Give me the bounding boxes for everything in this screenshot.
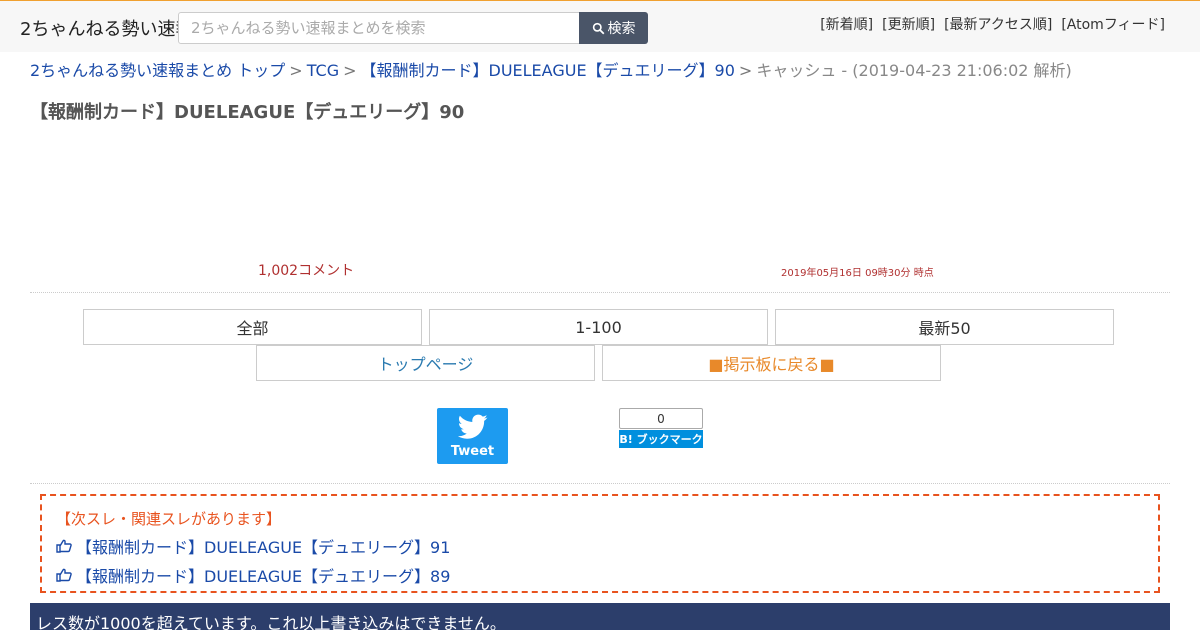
hatena-bookmark-button[interactable]: 0 B! ブックマーク — [619, 408, 703, 448]
site-title[interactable]: 2ちゃんねる勢い速報まとめ — [20, 15, 180, 41]
hatena-label: B! ブックマーク — [619, 430, 703, 448]
pointing-hand-icon — [56, 539, 72, 553]
hatena-count: 0 — [619, 408, 703, 429]
search-button-label: 検索 — [607, 21, 636, 37]
breadcrumb-separator: > — [738, 61, 753, 80]
breadcrumb-home[interactable]: 2ちゃんねる勢い速報まとめ トップ — [30, 61, 285, 80]
breadcrumb: 2ちゃんねる勢い速報まとめ トップ > TCG > 【報酬制カード】DUELEAGUE【… — [30, 57, 1072, 81]
search-icon — [592, 22, 604, 34]
comment-count: 1,002コメント — [258, 263, 355, 279]
search-input[interactable] — [178, 12, 580, 44]
link-latest-access[interactable]: [最新アクセス順] — [944, 14, 1052, 34]
thread-full-notice: レス数が1000を超えています。これ以上書き込みはできません。 — [30, 603, 1170, 630]
related-link-text: 【報酬制カード】DUELEAGUE【デュエリーグ】89 — [76, 567, 451, 586]
breadcrumb-category[interactable]: TCG — [307, 61, 339, 80]
link-newest[interactable]: [新着順] — [820, 14, 873, 34]
link-atom-feed[interactable]: [Atomフィード] — [1061, 14, 1165, 34]
related-heading: 【次スレ・関連スレがあります】 — [56, 510, 282, 528]
related-threads-box: 【次スレ・関連スレがあります】 【報酬制カード】DUELEAGUE【デュエリーグ… — [40, 494, 1160, 593]
related-thread-link[interactable]: 【報酬制カード】DUELEAGUE【デュエリーグ】89 — [56, 563, 1144, 587]
twitter-bird-icon — [457, 414, 487, 439]
snapshot-timestamp: 2019年05月16日 09時30分 時点 — [781, 268, 934, 279]
breadcrumb-thread[interactable]: 【報酬制カード】DUELEAGUE【デュエリーグ】90 — [361, 61, 735, 80]
search-button[interactable]: 検索 — [579, 12, 648, 44]
sort-links: [新着順] [更新順] [最新アクセス順] [Atomフィード] — [820, 14, 1165, 34]
header-bar: 2ちゃんねる勢い速報まとめ 検索 [新着順] [更新順] [最新アクセス順] [… — [0, 0, 1200, 52]
top-page-button[interactable]: トップページ — [256, 345, 595, 381]
breadcrumb-separator: > — [289, 61, 303, 80]
tweet-button[interactable]: Tweet — [437, 408, 508, 464]
breadcrumb-current: キャッシュ - (2019-04-23 21:06:02 解析) — [756, 61, 1072, 80]
related-link-text: 【報酬制カード】DUELEAGUE【デュエリーグ】91 — [76, 538, 451, 557]
range-1-100-button[interactable]: 1-100 — [429, 309, 768, 345]
breadcrumb-separator: > — [343, 61, 357, 80]
related-thread-link[interactable]: 【報酬制カード】DUELEAGUE【デュエリーグ】91 — [56, 534, 1144, 558]
back-to-board-button[interactable]: ■掲示板に戻る■ — [602, 345, 941, 381]
tweet-label: Tweet — [450, 443, 495, 459]
link-updated[interactable]: [更新順] — [882, 14, 935, 34]
divider — [30, 292, 1170, 293]
latest-50-button[interactable]: 最新50 — [775, 309, 1114, 345]
pointing-hand-icon — [56, 568, 72, 582]
page-title: 【報酬制カード】DUELEAGUE【デュエリーグ】90 — [30, 102, 465, 123]
divider — [30, 483, 1170, 484]
show-all-button[interactable]: 全部 — [83, 309, 422, 345]
